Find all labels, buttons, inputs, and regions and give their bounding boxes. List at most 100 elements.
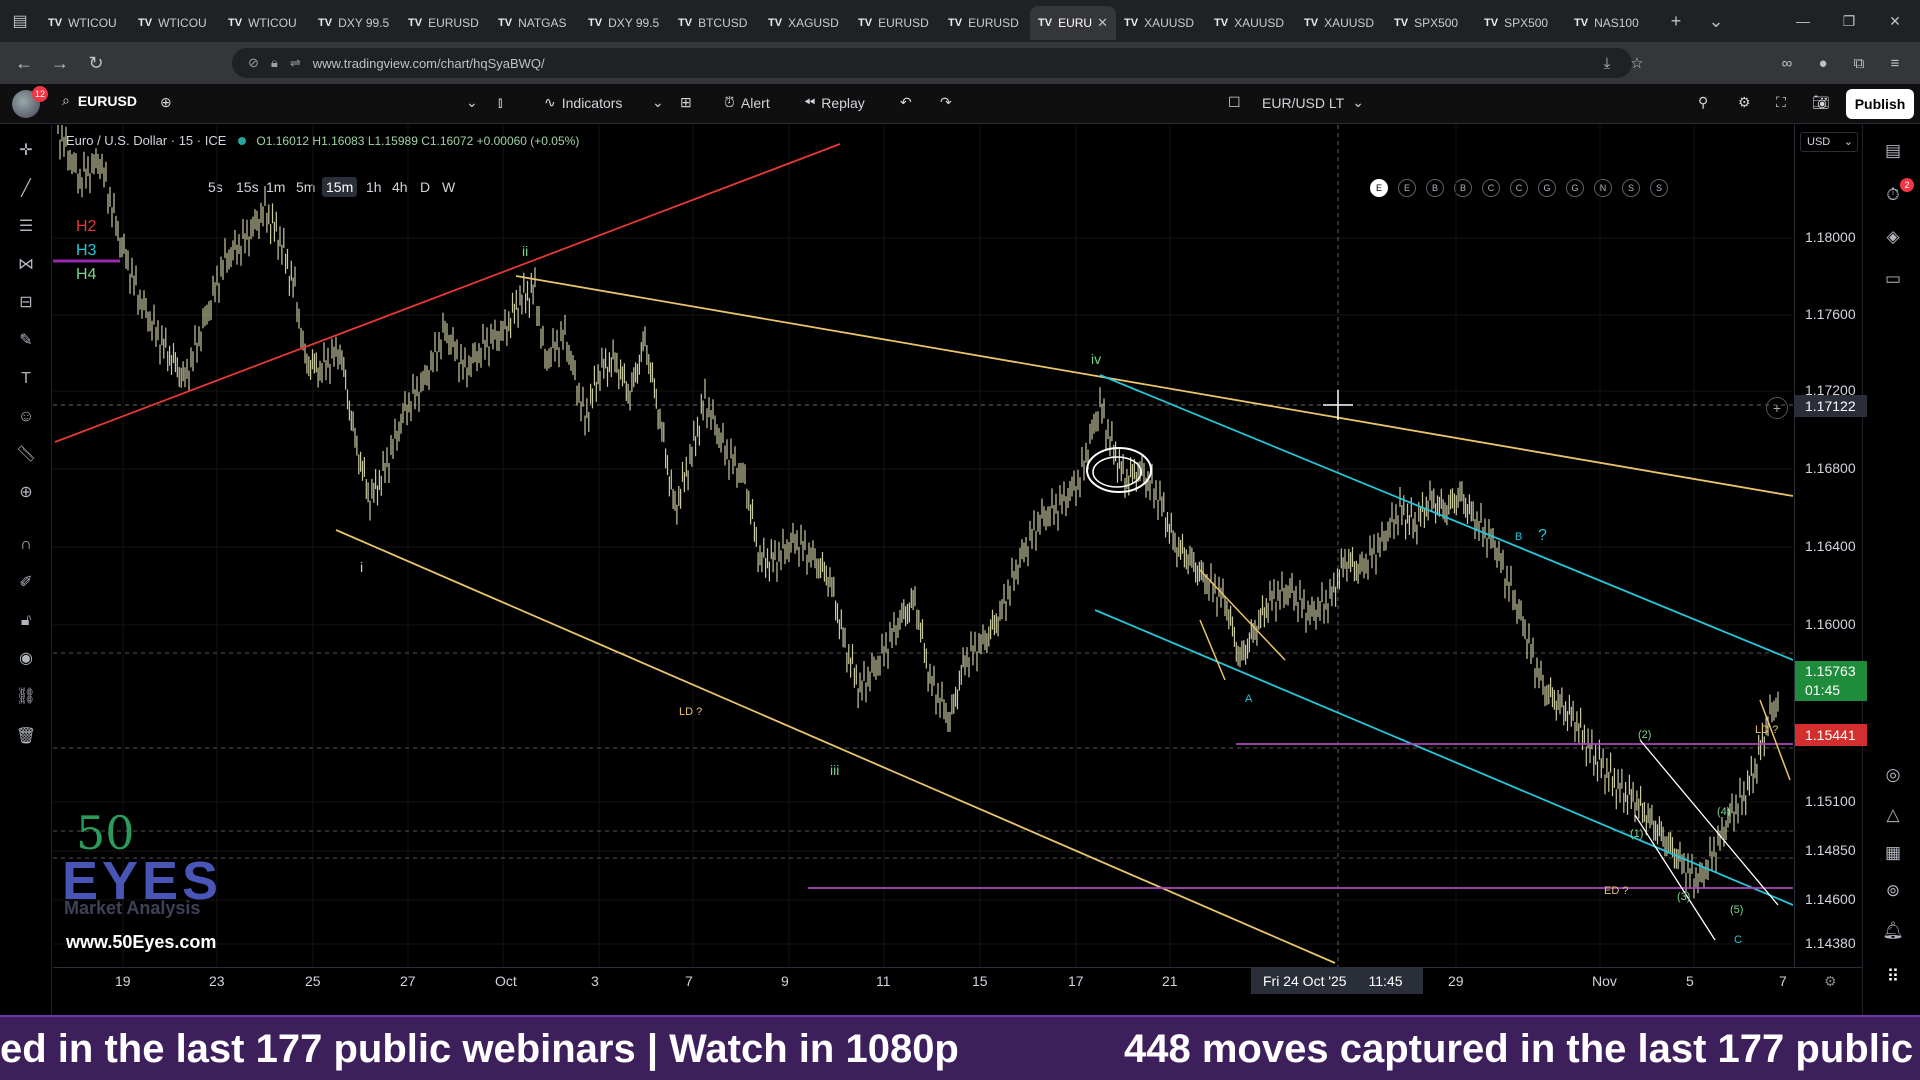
fib-tool-icon[interactable]: ☰ <box>12 213 40 241</box>
time-scale[interactable] <box>53 967 1862 1015</box>
crosshair-tool-icon[interactable]: ✛ <box>12 137 40 165</box>
right-widget-bar: ▤ ⏱︎ ◈ ▭ ◎ △ ▦ ⊚ 🔔︎ ⠿ <box>1862 125 1920 1015</box>
hide-drawings-eye-icon[interactable]: ◉ <box>12 645 40 673</box>
browser-tab[interactable]: TV WTICOU <box>130 6 220 40</box>
close-window-icon[interactable]: ✕ <box>1872 0 1918 42</box>
browser-tab[interactable]: TV XAUUSD <box>1116 6 1206 40</box>
stream-icon[interactable]: ⊚ <box>1879 877 1907 905</box>
prediction-tool-icon[interactable]: ⊟ <box>12 289 40 317</box>
browser-tab[interactable]: TV EURU ✕ <box>1030 6 1116 40</box>
pattern-tool-icon[interactable]: ⋈ <box>12 251 40 279</box>
tab-search-icon[interactable]: ▤ <box>0 0 40 42</box>
chat-icon[interactable]: ▭ <box>1879 265 1907 293</box>
red-trendline <box>54 143 841 443</box>
alert-button[interactable]: ⏰︎ Alert <box>724 94 770 111</box>
forward-icon[interactable]: → <box>42 53 78 74</box>
watchlist-selector[interactable]: EUR/USD LT ⌄ <box>1262 94 1364 111</box>
browser-tab[interactable]: TV EURUSD <box>940 6 1030 40</box>
zoom-in-icon[interactable]: ⊕ <box>12 479 40 507</box>
indicators-button[interactable]: ∿ Indicators <box>544 94 622 111</box>
tradingview-favicon-icon: TV <box>228 17 243 29</box>
browser-tab[interactable]: TV SPX500 <box>1476 6 1566 40</box>
chart-title: Euro / U.S. Dollar · 15 · ICE <box>66 133 227 148</box>
layout-grid-icon[interactable]: ⊞ <box>680 94 692 111</box>
snapshot-camera-icon[interactable]: 📷︎ <box>1812 94 1830 111</box>
price-chart[interactable]: i ii iii iv LD ? LD ? ED ?? A B C (2) (1) (3) (4) (5) H… <box>53 125 1793 967</box>
url-bar[interactable]: ⊘ 🔒︎ ⇌ www.tradingview.com/chart/hqSyaBW… <box>232 48 1632 78</box>
restore-icon[interactable]: ❐ <box>1826 0 1872 42</box>
browser-tab[interactable]: TV XAUUSD <box>1206 6 1296 40</box>
browser-tab[interactable]: TV NATGAS <box>490 6 580 40</box>
browser-tab[interactable]: TV DXY 99.5 <box>580 6 670 40</box>
text-tool-icon[interactable]: T <box>12 365 40 393</box>
symbol-search[interactable]: ⌕ EURUSD <box>62 92 137 109</box>
undo-icon[interactable]: ↶ <box>900 94 912 111</box>
publish-button[interactable]: Publish <box>1846 89 1914 119</box>
browser-tab[interactable]: TV XAUUSD <box>1296 6 1386 40</box>
ruler-tool-icon[interactable]: 📏︎ <box>12 441 40 469</box>
incognito-icon[interactable]: ∞ <box>1770 42 1804 84</box>
browser-tab[interactable]: TV WTICOU <box>40 6 130 40</box>
replay-button[interactable]: ⏪︎ Replay <box>804 94 865 111</box>
yellow-lower-trendline <box>335 529 1336 964</box>
browser-tab[interactable]: TV SPX500 <box>1386 6 1476 40</box>
ideas-icon[interactable]: △ <box>1879 801 1907 829</box>
new-tab-icon[interactable]: + <box>1656 11 1696 32</box>
browser-tab[interactable]: TV NAS100 <box>1566 6 1656 40</box>
notifications-bell-icon[interactable]: 🔔︎ <box>1879 917 1907 945</box>
lock-icon[interactable]: 🔒︎ <box>271 55 278 71</box>
reload-icon[interactable]: ↻ <box>78 53 114 74</box>
settings-gear-icon[interactable]: ⚙ <box>1738 94 1751 111</box>
browser-tab[interactable]: TV BTCUSD <box>670 6 760 40</box>
minimize-icon[interactable]: — <box>1780 0 1826 42</box>
bookmark-star-icon[interactable]: ☆ <box>1620 42 1654 84</box>
layers-icon[interactable]: ◈ <box>1879 223 1907 251</box>
quick-search-icon[interactable]: ⚲ <box>1698 94 1708 111</box>
chevron-down-icon[interactable]: ⌄ <box>466 94 478 111</box>
time-axis-label: 9 <box>781 973 789 989</box>
candle-type-icon[interactable]: ⫾ <box>498 94 502 111</box>
fullscreen-icon[interactable]: ⛶ <box>1776 94 1786 111</box>
compare-symbol-icon[interactable]: ⊕ <box>160 94 172 111</box>
tradingview-favicon-icon: TV <box>1124 17 1139 29</box>
chevron-down-icon[interactable]: ⌄ <box>652 94 664 111</box>
browser-tab[interactable]: TV EURUSD <box>850 6 940 40</box>
watchlist-checkbox[interactable]: ☐ <box>1228 94 1241 111</box>
install-app-icon[interactable]: ⤓ <box>1590 42 1624 84</box>
brush-tool-icon[interactable]: ✎ <box>12 327 40 355</box>
redo-icon[interactable]: ↷ <box>940 94 952 111</box>
trend-line-tool-icon[interactable]: ╱ <box>12 175 40 203</box>
add-alert-plus-icon[interactable]: + <box>1766 397 1788 419</box>
back-icon[interactable]: ← <box>6 53 42 74</box>
close-tab-icon[interactable]: ✕ <box>1097 15 1108 31</box>
emoji-tool-icon[interactable]: ☺ <box>12 403 40 431</box>
magnet-icon[interactable]: ∩ <box>12 531 40 559</box>
tracking-off-icon[interactable]: ⊘ <box>248 55 259 71</box>
calendar-icon[interactable]: ▦ <box>1879 839 1907 867</box>
site-settings-icon[interactable]: ⇌ <box>290 55 301 71</box>
promo-banner: ed in the last 177 public webinars | Wat… <box>0 1015 1920 1080</box>
target-icon[interactable]: ◎ <box>1879 761 1907 789</box>
browser-menu-icon[interactable]: ≡ <box>1878 42 1912 84</box>
currency-selector[interactable]: USD ⌄ <box>1800 132 1858 152</box>
browser-tab[interactable]: TV EURUSD <box>400 6 490 40</box>
chevron-down-icon[interactable]: ⌄ <box>1696 11 1736 32</box>
chart-canvas[interactable]: iiiiiiivLD ?LD ?ED ??ABC(2)(1)(3)(4)(5)H… <box>53 125 1793 967</box>
browser-tab[interactable]: TV DXY 99.5 <box>310 6 400 40</box>
tradingview-favicon-icon: TV <box>1304 17 1319 29</box>
timescale-settings-icon[interactable]: ⚙ <box>1824 973 1837 990</box>
extensions-icon[interactable]: ⧉ <box>1842 42 1876 84</box>
link-icon[interactable]: ⛓ <box>12 683 40 711</box>
watchlist-icon[interactable]: ▤ <box>1879 137 1907 165</box>
tab-label: WTICOU <box>68 16 117 30</box>
time-axis-label: Oct <box>495 973 517 989</box>
trash-icon[interactable]: 🗑︎ <box>12 723 40 751</box>
browser-tab[interactable]: TV WTICOU <box>220 6 310 40</box>
apps-grid-icon[interactable]: ⠿ <box>1879 963 1907 991</box>
lock-drawings-icon[interactable]: 🔓︎ <box>12 607 40 635</box>
stay-drawing-icon[interactable]: ✐ <box>12 569 40 597</box>
time-axis-label: 23 <box>209 973 225 989</box>
yellow-wedge-line <box>1199 619 1226 681</box>
profile-icon[interactable]: ● <box>1806 42 1840 84</box>
browser-tab[interactable]: TV XAGUSD <box>760 6 850 40</box>
